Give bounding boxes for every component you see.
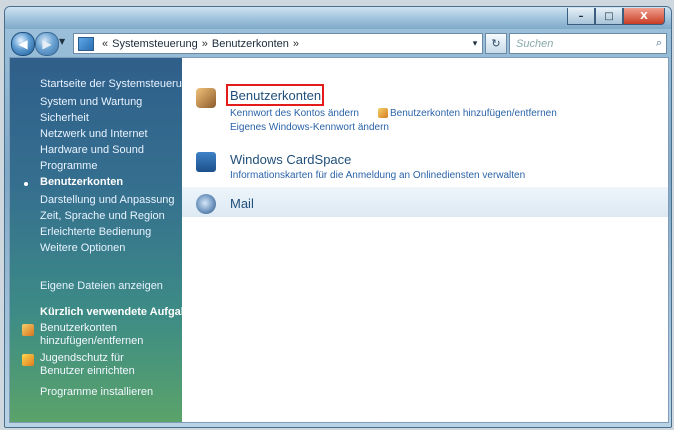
shield-icon bbox=[378, 108, 388, 118]
forward-button[interactable]: ▶ bbox=[35, 32, 59, 56]
address-dropdown-icon[interactable]: ▾ bbox=[468, 38, 482, 49]
explorer-window: – □ X ◀ ▶ ▼ « Systemsteuerung » Benutzer… bbox=[4, 6, 672, 428]
sidebar-item-system-maintenance[interactable]: System und Wartung bbox=[40, 96, 142, 108]
link-manage-information-cards[interactable]: Informationskarten für die Anmeldung an … bbox=[230, 170, 525, 181]
category-cardspace: Windows CardSpace Informationskarten für… bbox=[196, 152, 636, 186]
main-panel: Benutzerkonten Kennwort des Kontos änder… bbox=[182, 58, 668, 422]
cardspace-icon bbox=[196, 152, 216, 172]
recent-pages-dropdown-icon[interactable]: ▼ bbox=[59, 37, 69, 49]
sidebar-item-programs[interactable]: Programme bbox=[40, 160, 97, 172]
sidebar-item-additional-options[interactable]: Weitere Optionen bbox=[40, 242, 125, 254]
active-item-bullet-icon bbox=[24, 182, 28, 186]
breadcrumb-separator[interactable]: » bbox=[202, 38, 208, 50]
breadcrumb-separator[interactable]: » bbox=[293, 38, 299, 50]
search-box[interactable]: Suchen ⌕ bbox=[509, 33, 667, 54]
link-add-remove-accounts[interactable]: Benutzerkonten hinzufügen/entfernen bbox=[390, 108, 557, 119]
search-placeholder: Suchen bbox=[516, 37, 554, 50]
breadcrumb-separator[interactable]: « bbox=[102, 38, 108, 50]
breadcrumb-user-accounts[interactable]: Benutzerkonten bbox=[212, 38, 289, 50]
sidebar-item-user-accounts[interactable]: Benutzerkonten bbox=[40, 176, 123, 188]
minimize-button[interactable]: – bbox=[567, 8, 595, 25]
maximize-button[interactable]: □ bbox=[595, 8, 623, 25]
sidebar-item-hardware-sound[interactable]: Hardware und Sound bbox=[40, 144, 144, 156]
recent-task-add-remove-accounts[interactable]: Benutzerkonten hinzufügen/entfernen bbox=[40, 322, 170, 348]
breadcrumb-control-panel[interactable]: Systemsteuerung bbox=[112, 38, 198, 50]
title-bar[interactable]: – □ X bbox=[5, 7, 671, 29]
shield-icon bbox=[22, 354, 34, 366]
category-title-user-accounts[interactable]: Benutzerkonten bbox=[230, 88, 321, 103]
link-change-account-password[interactable]: Kennwort des Kontos ändern bbox=[230, 108, 359, 119]
navigation-bar: ◀ ▶ ▼ « Systemsteuerung » Benutzerkonten… bbox=[5, 29, 671, 57]
category-title-cardspace[interactable]: Windows CardSpace bbox=[230, 152, 351, 167]
search-icon[interactable]: ⌕ bbox=[656, 37, 662, 50]
mail-icon bbox=[196, 194, 216, 214]
sidebar-item-ease-of-access[interactable]: Erleichterte Bedienung bbox=[40, 226, 151, 238]
refresh-button[interactable]: ↻ bbox=[485, 33, 507, 54]
content-area: Startseite der Systemsteuerung System un… bbox=[9, 57, 669, 423]
category-user-accounts: Benutzerkonten Kennwort des Kontos änder… bbox=[196, 84, 636, 133]
sidebar-item-view-files[interactable]: Eigene Dateien anzeigen bbox=[40, 280, 163, 292]
sidebar-item-control-panel-home[interactable]: Startseite der Systemsteuerung bbox=[40, 78, 194, 90]
sidebar-item-appearance[interactable]: Darstellung und Anpassung bbox=[40, 194, 175, 206]
sidebar-item-network-internet[interactable]: Netzwerk und Internet bbox=[40, 128, 148, 140]
back-button[interactable]: ◀ bbox=[11, 32, 35, 56]
link-change-windows-password[interactable]: Eigenes Windows-Kennwort ändern bbox=[230, 122, 389, 133]
control-panel-icon bbox=[78, 36, 94, 51]
close-button[interactable]: X bbox=[623, 8, 665, 25]
recent-task-parental-controls[interactable]: Jugendschutz für Benutzer einrichten bbox=[40, 352, 170, 378]
recent-task-install-programs[interactable]: Programme installieren bbox=[40, 386, 170, 399]
shield-icon bbox=[22, 324, 34, 336]
sidebar: Startseite der Systemsteuerung System un… bbox=[10, 58, 200, 422]
recent-tasks-heading: Kürzlich verwendete Aufgaben bbox=[40, 306, 201, 318]
users-icon bbox=[196, 88, 216, 108]
window-controls: – □ X bbox=[567, 8, 665, 25]
sidebar-item-clock-language-region[interactable]: Zeit, Sprache und Region bbox=[40, 210, 165, 222]
sidebar-item-security[interactable]: Sicherheit bbox=[40, 112, 89, 124]
address-bar[interactable]: « Systemsteuerung » Benutzerkonten » ▾ bbox=[73, 33, 483, 54]
category-title-mail[interactable]: Mail bbox=[230, 196, 254, 211]
category-mail: Mail bbox=[196, 194, 636, 216]
screen: – □ X ◀ ▶ ▼ « Systemsteuerung » Benutzer… bbox=[0, 0, 674, 430]
